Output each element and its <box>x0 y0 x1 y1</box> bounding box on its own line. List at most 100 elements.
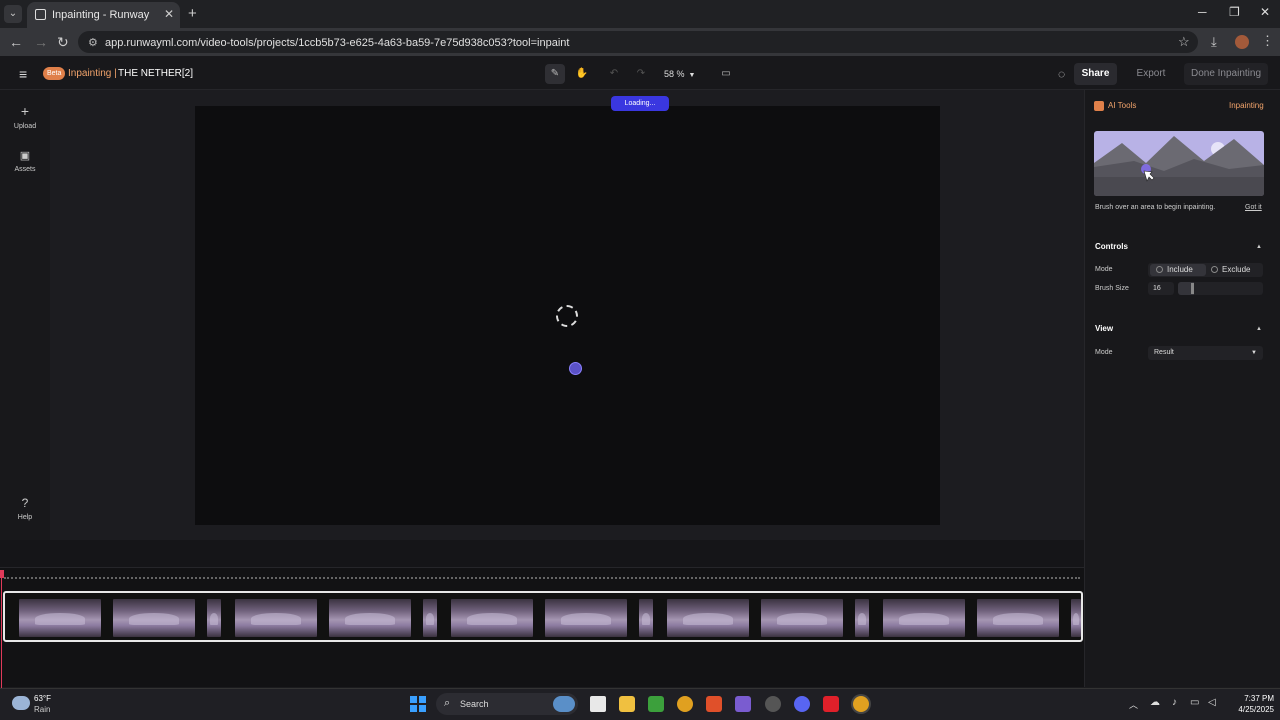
chevron-up-icon[interactable]: ▲ <box>1256 244 1262 250</box>
brush-size-input[interactable]: 16 <box>1148 282 1174 295</box>
weather-temperature[interactable]: 63°F <box>34 694 51 703</box>
minimize-button[interactable]: ─ <box>1198 5 1207 19</box>
timeline-ruler[interactable] <box>4 577 1080 579</box>
clip-thumbnail <box>113 599 195 637</box>
hand-tool-icon[interactable]: ✋ <box>572 64 592 84</box>
inpainting-tutorial-image <box>1094 131 1264 196</box>
comment-icon[interactable]: ◌ <box>1058 67 1065 81</box>
radio-icon <box>1156 266 1163 274</box>
url-text[interactable]: app.runwayml.com/video-tools/projects/1c… <box>105 37 569 49</box>
tab-title: Inpainting - Runway <box>52 9 150 21</box>
panel-tool-name: Inpainting <box>1229 101 1264 110</box>
share-button[interactable]: Share <box>1074 63 1117 85</box>
undo-icon[interactable]: ↶ <box>604 64 624 84</box>
chevron-down-icon: ▼ <box>688 72 696 79</box>
ai-tools-icon <box>1094 101 1104 111</box>
volume-icon[interactable]: ◁ <box>1208 697 1216 708</box>
taskbar-search-label[interactable]: Search <box>460 699 489 709</box>
brush-tool-icon[interactable]: ✎ <box>545 64 565 84</box>
task-view-icon[interactable] <box>590 696 606 712</box>
done-inpainting-button[interactable]: Done Inpainting <box>1184 63 1268 85</box>
runway-favicon-icon <box>35 9 46 20</box>
zoom-dropdown[interactable]: 58 % ▼ <box>664 64 704 84</box>
brush-size-slider-handle[interactable] <box>1191 283 1194 294</box>
windows-start-icon[interactable] <box>410 696 426 712</box>
maximize-button[interactable]: ❐ <box>1229 5 1240 19</box>
video-editor-icon[interactable] <box>735 696 751 712</box>
got-it-link[interactable]: Got it <box>1245 204 1262 211</box>
mode-label: Mode <box>1095 266 1113 273</box>
assets-label: Assets <box>14 166 36 173</box>
clip-thumbnail <box>207 599 221 637</box>
tab-close-icon[interactable]: ✕ <box>164 7 174 21</box>
clip-thumbnail <box>1071 599 1081 637</box>
controls-section-title[interactable]: Controls <box>1095 242 1128 251</box>
clock-date[interactable]: 4/25/2025 <box>1224 705 1274 714</box>
help-icon: ? <box>21 496 29 510</box>
copilot-icon[interactable] <box>553 696 575 712</box>
clock-time[interactable]: 7:37 PM <box>1224 694 1274 703</box>
plus-icon: + <box>20 103 30 119</box>
new-tab-button[interactable]: + <box>188 5 197 22</box>
exclude-option[interactable]: Exclude <box>1208 264 1262 276</box>
forward-icon[interactable]: → <box>34 34 48 50</box>
close-window-button[interactable]: ✕ <box>1260 5 1270 19</box>
bookmark-star-icon[interactable]: ☆ <box>1178 34 1190 50</box>
network-icon[interactable]: ▭ <box>1190 697 1199 708</box>
chevron-down-icon: ▼ <box>1251 350 1257 356</box>
ai-tools-header[interactable]: AI Tools <box>1094 101 1136 111</box>
folder-icon: ▣ <box>19 150 31 162</box>
discord-icon[interactable] <box>794 696 810 712</box>
brave-icon[interactable] <box>706 696 722 712</box>
playhead-handle[interactable] <box>0 570 4 578</box>
include-label: Include <box>1167 265 1193 274</box>
view-section-title[interactable]: View <box>1095 324 1113 333</box>
site-info-icon[interactable]: ⚙ <box>88 36 98 49</box>
view-mode-select[interactable]: Result ▼ <box>1148 346 1263 360</box>
minecraft-icon[interactable] <box>648 696 664 712</box>
view-mode-label: Mode <box>1095 349 1113 356</box>
zoom-value: 58 % <box>664 69 685 79</box>
browser-menu-icon[interactable]: ⋮ <box>1261 33 1274 49</box>
chrome-icon[interactable] <box>677 696 693 712</box>
help-button[interactable]: ? Help <box>0 496 50 521</box>
back-icon[interactable]: ← <box>9 34 23 50</box>
upload-button[interactable]: + Upload <box>0 103 50 130</box>
clip-thumbnail <box>545 599 627 637</box>
project-name[interactable]: THE NETHER[2] <box>118 68 193 79</box>
reload-icon[interactable]: ↻ <box>57 34 69 51</box>
browser-tab[interactable]: Inpainting - Runway ✕ <box>27 2 180 28</box>
download-icon[interactable]: ⤓ <box>1211 34 1217 50</box>
tab-search-button[interactable]: ⌄ <box>4 5 22 23</box>
redo-icon[interactable]: ↷ <box>631 64 651 84</box>
clip-thumbnail <box>639 599 653 637</box>
export-button[interactable]: Export <box>1126 63 1176 85</box>
settings-icon[interactable] <box>765 696 781 712</box>
onedrive-icon[interactable]: ☁ <box>1150 697 1160 708</box>
video-clip[interactable] <box>3 591 1083 642</box>
preview-icon[interactable]: ▭ <box>716 64 736 84</box>
chevron-up-icon[interactable]: ▲ <box>1256 326 1262 332</box>
include-option[interactable]: Include <box>1150 264 1206 276</box>
view-mode-value: Result <box>1154 349 1174 356</box>
weather-rain-icon[interactable] <box>12 696 30 710</box>
file-explorer-icon[interactable] <box>619 696 635 712</box>
spinner-icon <box>556 305 578 327</box>
upload-label: Upload <box>13 123 37 130</box>
tray-overflow-icon[interactable]: ︿ <box>1129 698 1138 711</box>
hamburger-menu-icon[interactable]: ≡ <box>19 66 27 82</box>
microphone-icon[interactable]: ♪ <box>1172 697 1177 708</box>
weather-condition[interactable]: Rain <box>34 705 50 714</box>
profile-avatar[interactable] <box>1235 35 1249 49</box>
assets-button[interactable]: ▣ Assets <box>0 149 50 173</box>
youtube-icon[interactable] <box>823 696 839 712</box>
tool-name: Inpainting | <box>68 68 117 79</box>
beta-badge: Beta <box>43 67 66 80</box>
os-taskbar <box>0 688 1280 720</box>
loading-label: Loading... <box>624 100 656 107</box>
clip-thumbnail <box>883 599 965 637</box>
clip-thumbnail <box>19 599 101 637</box>
ai-tools-label: AI Tools <box>1108 101 1137 111</box>
chrome-active-icon[interactable] <box>853 696 869 712</box>
clip-thumbnail <box>423 599 437 637</box>
